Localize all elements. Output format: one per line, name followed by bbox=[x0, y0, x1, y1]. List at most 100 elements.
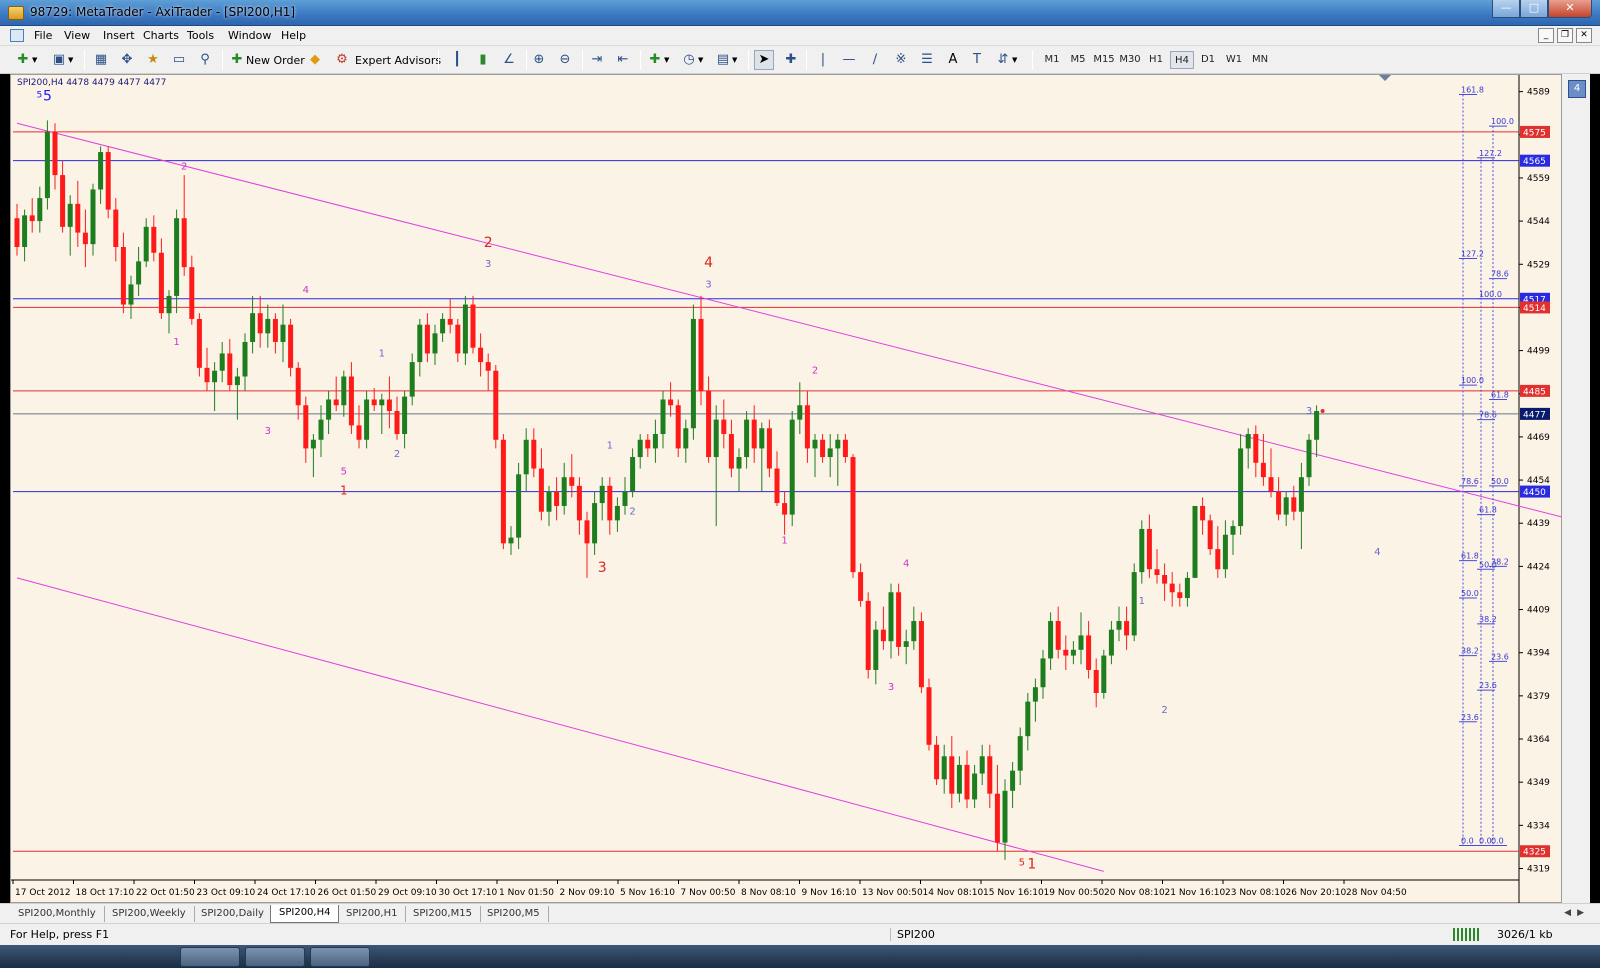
candle-body bbox=[44, 131, 50, 199]
market-watch-button[interactable]: ▦ bbox=[92, 50, 110, 70]
taskbar-item[interactable] bbox=[310, 947, 370, 967]
candle-body bbox=[348, 376, 354, 426]
candle-body bbox=[812, 439, 818, 449]
menu-view[interactable]: View bbox=[64, 29, 90, 42]
menu-insert[interactable]: Insert bbox=[103, 29, 135, 42]
fibonacci-label: 0.0 bbox=[1461, 836, 1474, 845]
menu-help[interactable]: Help bbox=[281, 29, 306, 42]
price-tick-label: 4544 bbox=[1527, 217, 1550, 227]
new-chart-button[interactable]: ✚ ▼ bbox=[14, 50, 38, 70]
fibonacci-button[interactable]: ☰ bbox=[918, 50, 936, 70]
candle-body bbox=[858, 572, 864, 601]
vertical-line-button[interactable]: | bbox=[814, 50, 832, 70]
timeframe-m5[interactable]: M5 bbox=[1066, 51, 1090, 69]
chart-list-icon[interactable]: 4 bbox=[1568, 80, 1586, 98]
new-order-button[interactable]: ✚ New Order bbox=[228, 50, 305, 70]
timeframe-w1[interactable]: W1 bbox=[1222, 51, 1246, 69]
candle-body bbox=[310, 439, 316, 449]
mdi-minimize-button[interactable]: _ bbox=[1538, 28, 1554, 43]
zoom-in-button[interactable]: ⊕ bbox=[530, 50, 548, 70]
fibonacci-label: 0.0 bbox=[1491, 836, 1504, 845]
strategy-tester-button[interactable]: ⚲ bbox=[196, 50, 214, 70]
timeframe-m15[interactable]: M15 bbox=[1092, 51, 1116, 69]
terminal-button[interactable]: ▭ bbox=[170, 50, 188, 70]
candle-body bbox=[782, 503, 788, 515]
maximize-button[interactable]: □ bbox=[1520, 0, 1548, 18]
periods-button[interactable]: ◷ ▼ bbox=[680, 50, 703, 70]
price-tag-label: 4575 bbox=[1523, 128, 1546, 138]
close-button[interactable]: ✕ bbox=[1548, 0, 1592, 18]
channel-button[interactable]: ※ bbox=[892, 50, 910, 70]
tab-spi200-h4[interactable]: SPI200,H4 bbox=[270, 905, 340, 923]
tab-spi200-daily[interactable]: SPI200,Daily bbox=[193, 906, 273, 922]
menu-window[interactable]: Window bbox=[228, 29, 271, 42]
metaeditor-button[interactable]: ◆ bbox=[306, 50, 324, 70]
timeframe-m30[interactable]: M30 bbox=[1118, 51, 1142, 69]
chart-shift-button[interactable]: ⇤ bbox=[614, 50, 632, 70]
navigator-button[interactable]: ★ bbox=[144, 50, 162, 70]
candle-body bbox=[614, 505, 620, 521]
tab-spi200-weekly[interactable]: SPI200,Weekly bbox=[104, 906, 195, 922]
timeframe-m1[interactable]: M1 bbox=[1040, 51, 1064, 69]
data-window-button[interactable]: ✥ bbox=[118, 50, 136, 70]
candle-body bbox=[333, 399, 339, 406]
timeframe-mn[interactable]: MN bbox=[1248, 51, 1272, 69]
expert-advisors-button[interactable]: ⚙ Expert Advisors bbox=[333, 50, 441, 70]
bar-chart-button[interactable]: ┃ bbox=[448, 50, 466, 70]
indicators-button[interactable]: ✚ ▼ bbox=[646, 50, 670, 70]
crosshair-button[interactable]: ✚ bbox=[782, 50, 800, 70]
candle-body bbox=[470, 304, 476, 348]
new-chart-icon: ✚ bbox=[17, 52, 29, 67]
candle-body bbox=[1108, 629, 1114, 656]
candle-body bbox=[873, 629, 879, 670]
text-label-button[interactable]: T bbox=[968, 50, 986, 70]
text-button[interactable]: A bbox=[944, 50, 962, 70]
mdi-controls: _ ❐ ✕ bbox=[1538, 28, 1592, 43]
candle-body bbox=[1283, 497, 1289, 515]
wave-label: 4 bbox=[903, 558, 909, 569]
tab-spi200-monthly[interactable]: SPI200,Monthly bbox=[10, 906, 105, 922]
tab-scroll-arrows[interactable]: ◀▶ bbox=[1564, 908, 1590, 918]
price-tick-label: 4454 bbox=[1527, 476, 1550, 486]
mdi-restore-button[interactable]: ❐ bbox=[1557, 28, 1573, 43]
right-panel: 4 bbox=[1562, 74, 1590, 903]
document-icon[interactable] bbox=[10, 29, 24, 42]
wave-label: 2 bbox=[1161, 705, 1167, 716]
zoom-out-button[interactable]: ⊖ bbox=[556, 50, 574, 70]
price-chart[interactable]: 4589457445594544452945144499448444694454… bbox=[11, 75, 1563, 904]
tab-spi200-m15[interactable]: SPI200,M15 bbox=[405, 906, 481, 922]
line-chart-button[interactable]: ∠ bbox=[500, 50, 518, 70]
menu-charts[interactable]: Charts bbox=[143, 29, 179, 42]
menu-file[interactable]: File bbox=[34, 29, 52, 42]
auto-scroll-button[interactable]: ⇥ bbox=[588, 50, 606, 70]
candle-body bbox=[744, 419, 750, 458]
arrows-button[interactable]: ⇵ ▼ bbox=[994, 50, 1018, 70]
minimize-button[interactable]: — bbox=[1492, 0, 1520, 18]
timeframe-h4[interactable]: H4 bbox=[1170, 51, 1194, 69]
candle-body bbox=[500, 439, 506, 544]
taskbar-item[interactable] bbox=[245, 947, 305, 967]
candle-body bbox=[1146, 528, 1152, 570]
candle-body bbox=[561, 477, 567, 506]
candlestick-button[interactable]: ▮ bbox=[474, 50, 492, 70]
fibonacci-label: 23.6 bbox=[1479, 681, 1497, 690]
time-tick-label: 29 Oct 09:10 bbox=[378, 888, 437, 898]
menu-tools[interactable]: Tools bbox=[187, 29, 214, 42]
chart-shift-marker bbox=[1379, 75, 1391, 81]
templates-button[interactable]: ▤ ▼ bbox=[714, 50, 738, 70]
trendline-button[interactable]: ∕ bbox=[866, 50, 884, 70]
profiles-button[interactable]: ▣ ▼ bbox=[50, 50, 74, 70]
time-tick-label: 30 Oct 17:10 bbox=[439, 888, 498, 898]
taskbar-item[interactable] bbox=[180, 947, 240, 967]
candle-body bbox=[516, 474, 522, 538]
app-icon bbox=[8, 6, 24, 20]
horizontal-line-button[interactable]: — bbox=[840, 50, 858, 70]
chart-window[interactable]: 4589457445594544452945144499448444694454… bbox=[10, 74, 1563, 904]
candle-body bbox=[1124, 621, 1130, 636]
timeframe-d1[interactable]: D1 bbox=[1196, 51, 1220, 69]
cursor-button[interactable]: ➤ bbox=[754, 50, 774, 70]
mdi-close-button[interactable]: ✕ bbox=[1576, 28, 1592, 43]
timeframe-h1[interactable]: H1 bbox=[1144, 51, 1168, 69]
tab-spi200-m5[interactable]: SPI200,M5 bbox=[479, 906, 549, 922]
tab-spi200-h1[interactable]: SPI200,H1 bbox=[338, 906, 407, 922]
